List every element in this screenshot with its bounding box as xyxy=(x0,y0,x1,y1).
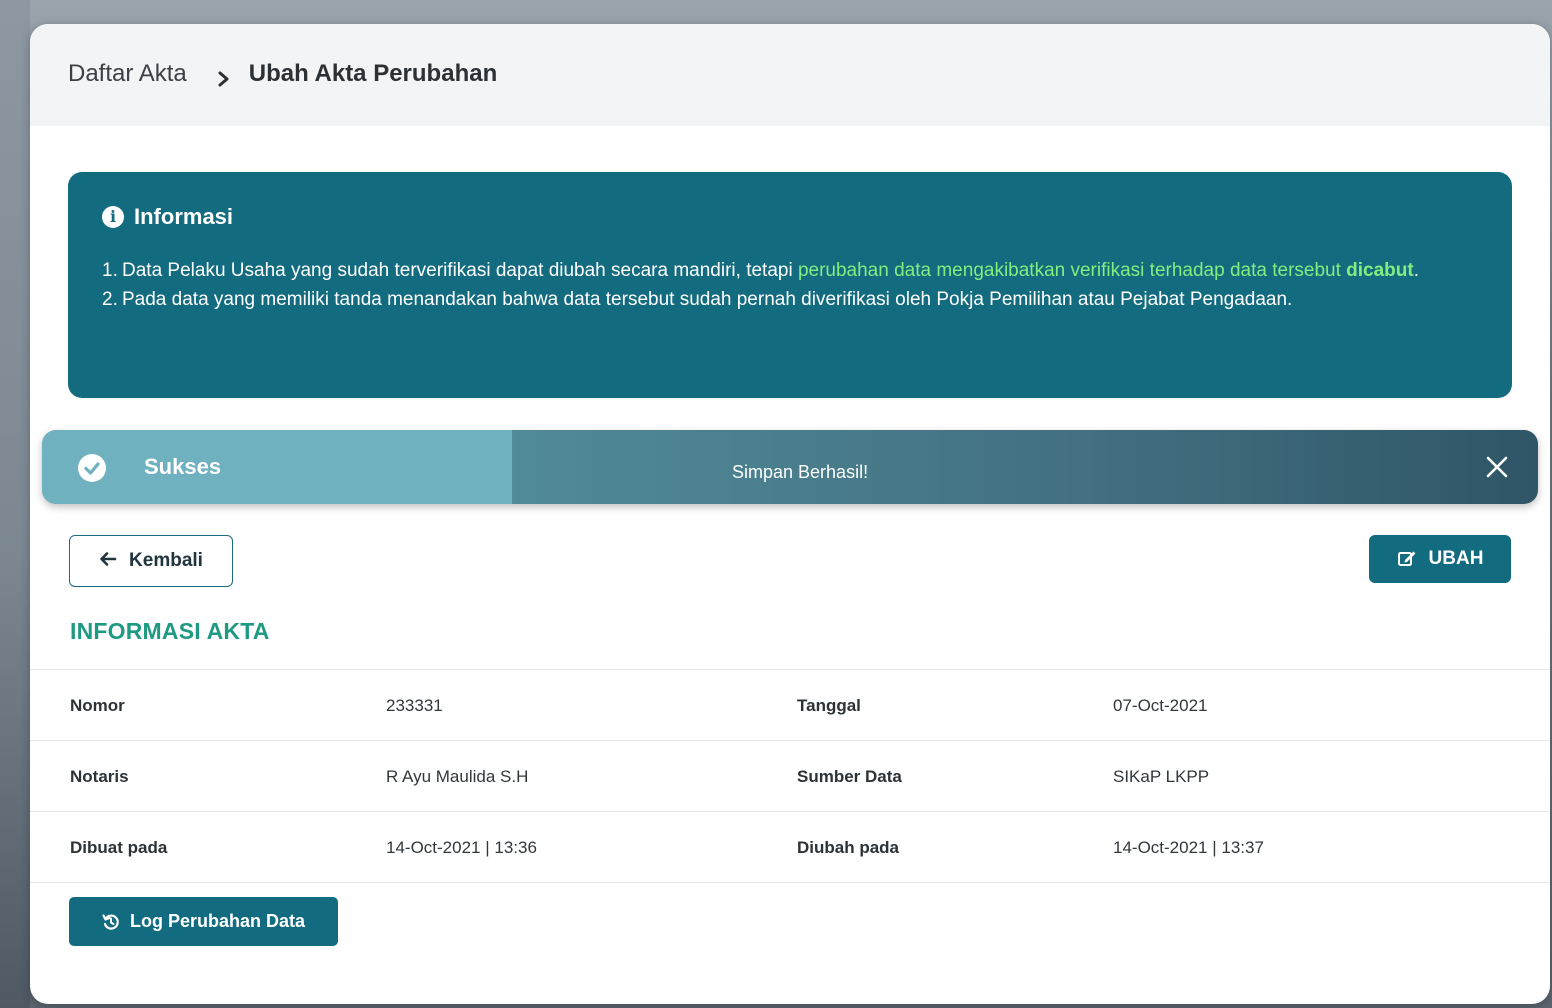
breadcrumb: Daftar Akta Ubah Akta Perubahan xyxy=(68,60,497,88)
field-value: SIKaP LKPP xyxy=(1113,767,1210,786)
breadcrumb-root-link[interactable]: Daftar Akta xyxy=(68,60,187,88)
info-title-text: Informasi xyxy=(134,204,234,229)
edit-button-label: UBAH xyxy=(1428,548,1484,569)
info-item-2-number: 2. xyxy=(102,289,118,310)
info-panel: i Informasi 1. Data Pelaku Usaha yang su… xyxy=(68,172,1512,398)
info-circle-icon: i xyxy=(102,206,124,228)
back-button-label: Kembali xyxy=(129,550,203,571)
info-item-1: 1. Data Pelaku Usaha yang sudah terverif… xyxy=(102,256,1482,285)
arrow-left-icon xyxy=(99,550,117,573)
field-label: Diubah pada xyxy=(797,838,900,857)
table-row: Notaris R Ayu Maulida S.H Sumber Data SI… xyxy=(30,740,1550,811)
log-changes-button-label: Log Perubahan Data xyxy=(129,911,306,931)
main-card: Daftar Akta Ubah Akta Perubahan i Inform… xyxy=(30,24,1550,1004)
success-toast: Sukses Simpan Berhasil! xyxy=(42,430,1538,504)
chevron-right-icon xyxy=(217,66,231,87)
edit-button[interactable]: UBAH xyxy=(1369,535,1511,583)
background-left-strip xyxy=(0,0,30,1008)
info-item-2: 2. Pada data yang memiliki tanda menanda… xyxy=(102,285,1482,314)
field-value: 233331 xyxy=(386,696,443,715)
table-row: Nomor 233331 Tanggal 07-Oct-2021 xyxy=(30,669,1550,740)
field-label: Notaris xyxy=(70,767,129,786)
field-value: 07-Oct-2021 xyxy=(1113,696,1208,715)
info-item-2-text: Pada data yang memiliki tanda menandakan… xyxy=(122,289,1293,310)
log-changes-button[interactable]: Log Perubahan Data xyxy=(69,897,338,946)
field-value: R Ayu Maulida S.H xyxy=(386,767,529,786)
field-label: Dibuat pada xyxy=(70,838,168,857)
info-item-1-end: . xyxy=(1413,260,1419,281)
edit-icon xyxy=(1397,551,1416,566)
toast-message: Simpan Berhasil! xyxy=(732,462,869,482)
field-label: Tanggal xyxy=(797,696,861,715)
history-icon xyxy=(102,913,119,930)
toast-title: Sukses xyxy=(144,454,222,479)
page-header: Daftar Akta Ubah Akta Perubahan xyxy=(30,24,1550,126)
field-value: 14-Oct-2021 | 13:37 xyxy=(1113,838,1264,857)
check-circle-icon xyxy=(78,454,106,482)
close-icon[interactable] xyxy=(1484,454,1510,480)
field-label: Nomor xyxy=(70,696,125,715)
info-title: i Informasi xyxy=(102,204,233,230)
section-title: INFORMASI AKTA xyxy=(70,618,270,644)
info-item-1-number: 1. xyxy=(102,260,118,281)
back-button[interactable]: Kembali xyxy=(69,535,233,587)
info-item-1-highlight: perubahan data mengakibatkan verifikasi … xyxy=(797,260,1347,281)
field-label: Sumber Data xyxy=(797,767,902,786)
detail-table: Nomor 233331 Tanggal 07-Oct-2021 Notaris… xyxy=(30,669,1550,883)
field-value: 14-Oct-2021 | 13:36 xyxy=(386,838,537,857)
toast-curve-decoration xyxy=(422,430,512,504)
info-list: 1. Data Pelaku Usaha yang sudah terverif… xyxy=(102,256,1482,314)
info-item-1-bold: dicabut xyxy=(1346,260,1414,281)
info-item-1-text: Data Pelaku Usaha yang sudah terverifika… xyxy=(122,260,798,281)
table-row: Dibuat pada 14-Oct-2021 | 13:36 Diubah p… xyxy=(30,811,1550,883)
breadcrumb-current: Ubah Akta Perubahan xyxy=(248,60,498,87)
